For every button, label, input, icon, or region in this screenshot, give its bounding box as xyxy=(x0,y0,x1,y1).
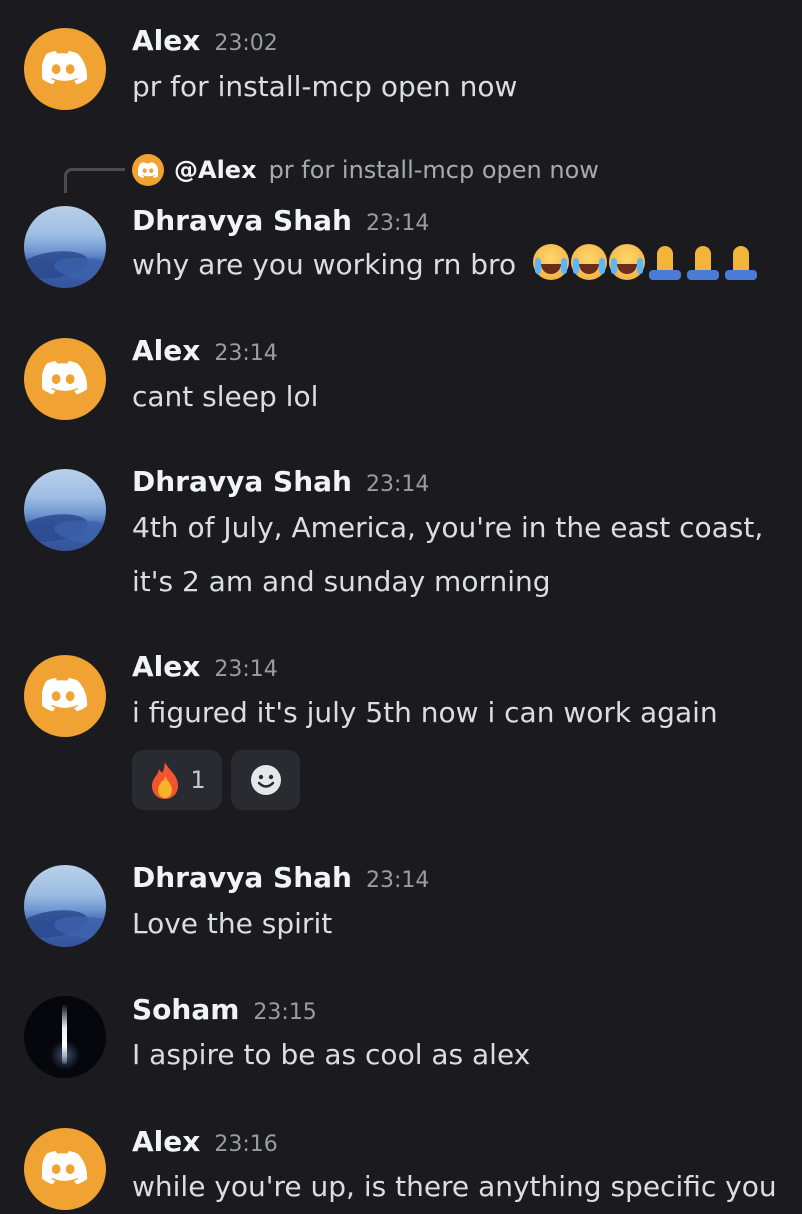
timestamp: 23:02 xyxy=(214,31,278,56)
message-text: i figured it's july 5th now i can work a… xyxy=(132,696,718,729)
timestamp: 23:14 xyxy=(214,341,278,366)
message-text: I aspire to be as cool as alex xyxy=(132,1038,531,1071)
message-text: while you're up, is there anything speci… xyxy=(132,1170,777,1203)
author-label[interactable]: Dhravya Shah xyxy=(132,204,352,237)
avatar-dhravya[interactable] xyxy=(24,865,106,947)
folded-hands-icon xyxy=(685,244,721,280)
message-line: why are you working rn bro xyxy=(132,248,517,281)
reaction-count: 1 xyxy=(190,766,206,794)
author-name[interactable]: Alex 23:02 xyxy=(132,24,278,57)
reply-connector xyxy=(64,168,125,193)
message-line: 4th of July, America, you're in the east… xyxy=(132,511,764,544)
message-text: cant sleep lol xyxy=(132,380,319,413)
avatar-dhravya[interactable] xyxy=(24,206,106,288)
author-label[interactable]: Alex xyxy=(132,1125,200,1158)
folded-hands-icon xyxy=(647,244,683,280)
author-label[interactable]: Alex xyxy=(132,334,200,367)
message-text: why are you working rn bro xyxy=(132,238,761,292)
avatar-alex[interactable] xyxy=(24,655,106,737)
timestamp: 23:16 xyxy=(214,1132,278,1157)
reply-preview[interactable]: @Alex pr for install-mcp open now xyxy=(132,153,599,187)
discord-logo-icon xyxy=(42,51,88,85)
author-name[interactable]: Dhravya Shah 23:14 xyxy=(132,465,429,498)
reply-text: pr for install-mcp open now xyxy=(268,156,599,184)
avatar-soham[interactable] xyxy=(24,996,106,1078)
fire-icon xyxy=(152,762,179,799)
folded-hands-icon xyxy=(723,244,759,280)
discord-logo-icon xyxy=(42,361,88,395)
discord-logo-icon xyxy=(42,678,88,712)
author-label[interactable]: Dhravya Shah xyxy=(132,465,352,498)
message-text: Love the spirit xyxy=(132,907,333,940)
avatar-alex[interactable] xyxy=(24,338,106,420)
loudly-crying-face-icon xyxy=(570,244,607,280)
author-label[interactable]: Alex xyxy=(132,24,200,57)
loudly-crying-face-icon xyxy=(532,244,569,280)
author-label[interactable]: Dhravya Shah xyxy=(132,861,352,894)
avatar-alex[interactable] xyxy=(24,28,106,110)
author-name[interactable]: Dhravya Shah 23:14 xyxy=(132,861,429,894)
timestamp: 23:14 xyxy=(365,211,430,236)
reply-avatar xyxy=(132,154,164,186)
message-text: pr for install-mcp open now xyxy=(132,70,518,103)
avatar-alex[interactable] xyxy=(24,1128,106,1210)
timestamp: 23:14 xyxy=(214,657,278,682)
discord-logo-icon xyxy=(42,1151,88,1185)
author-name[interactable]: Dhravya Shah 23:14 xyxy=(132,204,429,237)
loudly-crying-face-icon xyxy=(608,244,645,280)
author-name[interactable]: Soham 23:15 xyxy=(132,993,317,1026)
author-label[interactable]: Soham xyxy=(132,993,239,1026)
timestamp: 23:15 xyxy=(253,1000,317,1025)
reaction-fire[interactable]: 1 xyxy=(132,750,222,810)
add-reaction-button[interactable] xyxy=(231,750,300,810)
timestamp: 23:14 xyxy=(365,472,430,497)
timestamp: 23:14 xyxy=(365,868,430,893)
avatar-dhravya[interactable] xyxy=(24,469,106,551)
author-name[interactable]: Alex 23:14 xyxy=(132,650,278,683)
author-name[interactable]: Alex 23:14 xyxy=(132,334,278,367)
message-line: it's 2 am and sunday morning xyxy=(132,565,551,598)
discord-logo-icon xyxy=(138,162,158,178)
author-name[interactable]: Alex 23:16 xyxy=(132,1125,278,1158)
add-reaction-icon xyxy=(250,765,281,795)
reply-mention[interactable]: @Alex xyxy=(174,156,257,184)
author-label[interactable]: Alex xyxy=(132,650,200,683)
